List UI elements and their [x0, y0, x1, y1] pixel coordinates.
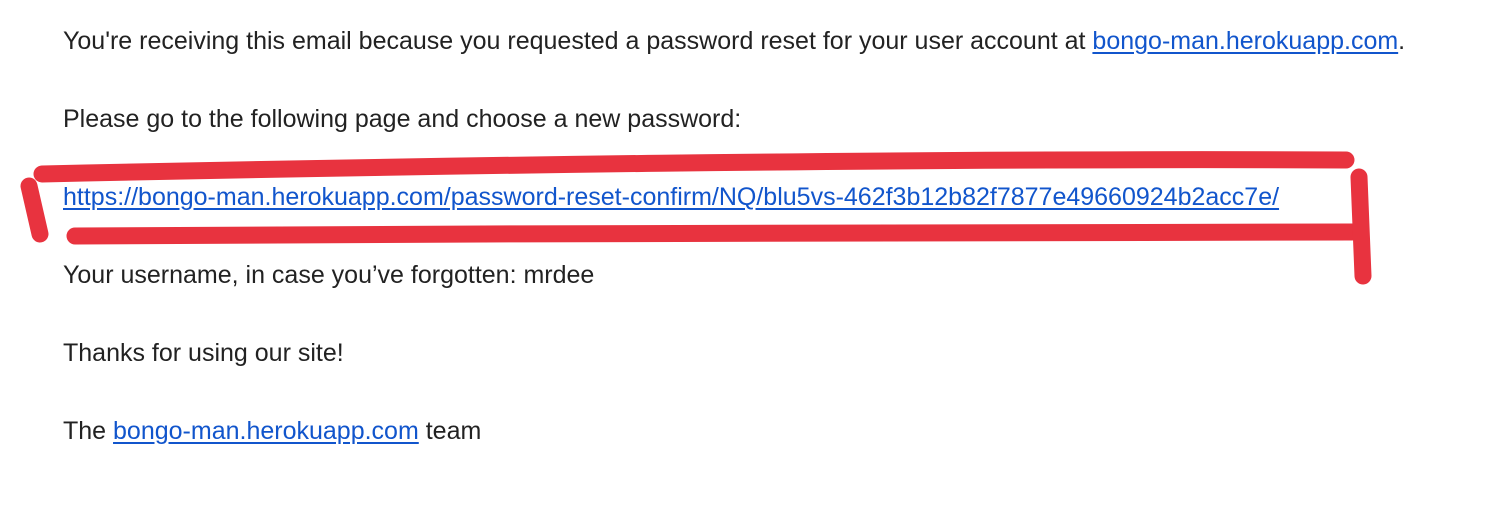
email-body: You're receiving this email because you …: [0, 0, 1490, 505]
signoff-text: The: [63, 417, 114, 445]
password-reset-link[interactable]: https://bongo-man.herokuapp.com/password…: [63, 183, 1279, 211]
intro-paragraph: You're receiving this email because you …: [63, 26, 1405, 56]
annotation-bottom-stroke: [66, 223, 1361, 245]
signoff-team-text: team: [418, 417, 482, 445]
signoff-site-link[interactable]: bongo-man.herokuapp.com: [113, 417, 419, 445]
thanks-paragraph: Thanks for using our site!: [63, 339, 344, 367]
annotation-right-stroke: [1350, 168, 1372, 285]
reset-link-paragraph: https://bongo-man.herokuapp.com/password…: [63, 182, 1279, 212]
intro-period: .: [1398, 27, 1406, 55]
instruction-paragraph: Please go to the following page and choo…: [63, 105, 742, 133]
username-paragraph: Your username, in case you’ve forgotten:…: [63, 261, 595, 289]
annotation-top-stroke: [33, 151, 1355, 183]
signoff-paragraph: The bongo-man.herokuapp.com team: [63, 416, 481, 446]
intro-text: You're receiving this email because you …: [63, 27, 1093, 55]
annotation-left-stroke: [20, 177, 49, 243]
site-link[interactable]: bongo-man.herokuapp.com: [1092, 27, 1398, 55]
